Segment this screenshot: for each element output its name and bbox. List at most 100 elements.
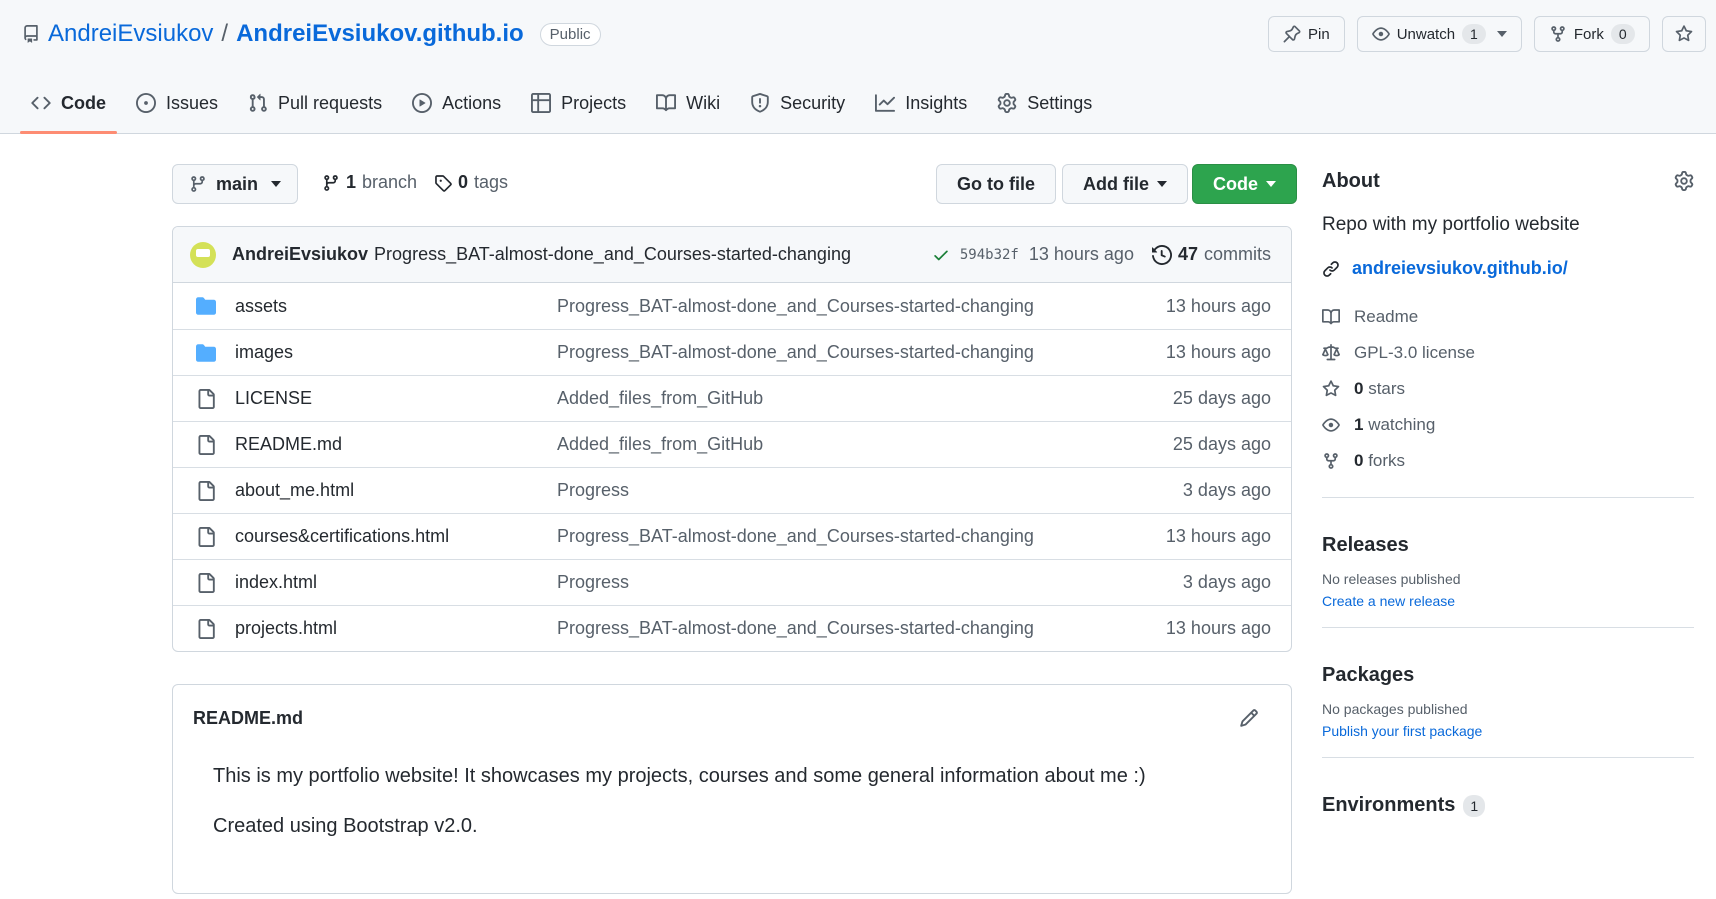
add-file-button[interactable]: Add file — [1062, 164, 1188, 204]
tab-settings[interactable]: Settings — [986, 84, 1103, 134]
tab-label: Wiki — [686, 92, 721, 113]
stars-link[interactable]: 0 stars — [1322, 371, 1694, 407]
file-name-link[interactable]: LICENSE — [235, 388, 557, 409]
commit-word: commits — [1204, 244, 1271, 264]
file-name-link[interactable]: projects.html — [235, 618, 557, 639]
file-icon — [173, 388, 235, 409]
pull-request-icon — [248, 93, 268, 113]
file-icon — [173, 480, 235, 501]
license-link[interactable]: GPL-3.0 license — [1322, 335, 1694, 371]
tag-count: 0 — [458, 172, 469, 192]
unwatch-button[interactable]: Unwatch 1 — [1356, 16, 1522, 52]
code-icon — [31, 93, 51, 113]
file-commit-message-link[interactable]: Progress — [557, 572, 1153, 593]
table-row[interactable]: courses&certifications.html Progress_BAT-… — [173, 513, 1291, 559]
packages-title[interactable]: Packages — [1322, 664, 1694, 687]
file-icon — [173, 434, 235, 455]
file-commit-message-link[interactable]: Progress_BAT-almost-done_and_Courses-sta… — [557, 526, 1153, 547]
tab-pull-requests[interactable]: Pull requests — [237, 84, 393, 134]
file-age: 13 hours ago — [1165, 295, 1271, 316]
table-row[interactable]: LICENSE Added_files_from_GitHub 25 days ag… — [173, 375, 1291, 421]
fork-button[interactable]: Fork 0 — [1533, 16, 1650, 52]
readme-filename[interactable]: README.md — [193, 708, 303, 729]
file-name-link[interactable]: README.md — [235, 434, 557, 455]
file-commit-message-link[interactable]: Progress_BAT-almost-done_and_Courses-sta… — [557, 618, 1153, 639]
about-description: Repo with my portfolio website — [1322, 214, 1580, 235]
commit-message-link[interactable]: Progress_BAT-almost-done_and_Courses-sta… — [374, 244, 851, 265]
commits-history-link[interactable]: 47 commits — [1151, 244, 1271, 265]
readme-paragraph: This is my portfolio website! It showcas… — [213, 765, 1146, 787]
file-commit-message-link[interactable]: Progress — [557, 480, 1153, 501]
chevron-down-icon — [1496, 31, 1507, 37]
table-row[interactable]: projects.html Progress_BAT-almost-done_an… — [173, 605, 1291, 651]
owner-link[interactable]: AndreiEvsiukov — [48, 20, 213, 48]
file-name-link[interactable]: courses&certifications.html — [235, 526, 557, 547]
chevron-down-icon — [271, 181, 282, 187]
publish-package-link[interactable]: Publish your first package — [1322, 723, 1694, 739]
tab-code[interactable]: Code — [20, 84, 117, 134]
homepage-link[interactable]: andreievsiukov.github.io/ — [1322, 258, 1694, 279]
go-to-file-label: Go to file — [957, 173, 1035, 194]
stars-count: 0 — [1354, 379, 1364, 398]
sidebar: About Repo with my portfolio website and… — [1322, 164, 1694, 817]
table-row[interactable]: assets Progress_BAT-almost-done_and_Cours… — [173, 283, 1291, 329]
commit-time: 13 hours ago — [1028, 244, 1134, 264]
gear-icon[interactable] — [1674, 171, 1694, 191]
forks-link[interactable]: 0 forks — [1322, 443, 1694, 479]
file-name-link[interactable]: about_me.html — [235, 480, 557, 501]
commit-count: 47 — [1177, 244, 1198, 264]
pin-label: Pin — [1308, 25, 1330, 43]
file-name-link[interactable]: images — [235, 342, 557, 363]
tab-label: Settings — [1027, 92, 1093, 113]
tab-wiki[interactable]: Wiki — [645, 84, 731, 134]
table-row[interactable]: README.md Added_files_from_GitHub 25 days … — [173, 421, 1291, 467]
watchers-link[interactable]: 1 watching — [1322, 407, 1694, 443]
tab-security[interactable]: Security — [739, 84, 856, 134]
file-rows: assets Progress_BAT-almost-done_and_Cours… — [173, 283, 1291, 651]
table-row[interactable]: index.html Progress 3 days ago — [173, 559, 1291, 605]
file-commit-message-link[interactable]: Added_files_from_GitHub — [557, 434, 1153, 455]
releases-empty: No releases published — [1322, 571, 1461, 587]
environments-heading[interactable]: Environments 1 — [1322, 794, 1694, 817]
tag-icon — [434, 174, 452, 192]
table-row[interactable]: about_me.html Progress 3 days ago — [173, 467, 1291, 513]
branch-name: main — [216, 173, 259, 194]
tags-link[interactable]: 0 tags — [434, 172, 508, 193]
tab-projects[interactable]: Projects — [520, 84, 637, 134]
avatar[interactable] — [190, 241, 216, 268]
commit-author-link[interactable]: AndreiEvsiukov — [232, 244, 368, 265]
star-icon — [1675, 25, 1693, 43]
tab-actions[interactable]: Actions — [401, 84, 512, 134]
file-name-link[interactable]: assets — [235, 296, 557, 317]
about-header: About — [1322, 164, 1694, 198]
go-to-file-button[interactable]: Go to file — [936, 164, 1056, 204]
repo-name-link[interactable]: AndreiEvsiukov.github.io — [236, 20, 524, 48]
commit-sha-link[interactable]: 594b32f — [960, 247, 1019, 263]
license-label: GPL-3.0 license — [1354, 343, 1475, 362]
pencil-icon[interactable] — [1239, 708, 1259, 728]
file-commit-message-link[interactable]: Progress_BAT-almost-done_and_Courses-sta… — [557, 296, 1153, 317]
table-row[interactable]: images Progress_BAT-almost-done_and_Cours… — [173, 329, 1291, 375]
file-commit-message-link[interactable]: Progress_BAT-almost-done_and_Courses-sta… — [557, 342, 1153, 363]
shield-icon — [750, 93, 770, 113]
play-icon — [412, 93, 433, 113]
repo-stats: Readme GPL-3.0 license 0 stars 1 watchin… — [1322, 299, 1694, 479]
pin-button[interactable]: Pin — [1268, 16, 1345, 52]
tab-label: Code — [61, 92, 106, 113]
readme-link[interactable]: Readme — [1322, 299, 1694, 335]
file-name-link[interactable]: index.html — [235, 572, 557, 593]
file-commit-message-link[interactable]: Added_files_from_GitHub — [557, 388, 1153, 409]
branch-icon — [322, 174, 340, 192]
book-icon — [656, 93, 677, 113]
history-icon — [1151, 244, 1172, 265]
create-release-link[interactable]: Create a new release — [1322, 593, 1694, 609]
branches-link[interactable]: 1 branch — [322, 172, 417, 193]
environments-count: 1 — [1463, 794, 1486, 817]
releases-title[interactable]: Releases — [1322, 534, 1694, 557]
tab-insights[interactable]: Insights — [864, 84, 978, 134]
check-icon — [932, 246, 950, 264]
star-button[interactable] — [1661, 16, 1706, 52]
branch-select-button[interactable]: main — [172, 164, 299, 204]
code-button[interactable]: Code — [1192, 164, 1297, 204]
tab-issues[interactable]: Issues — [125, 84, 229, 134]
